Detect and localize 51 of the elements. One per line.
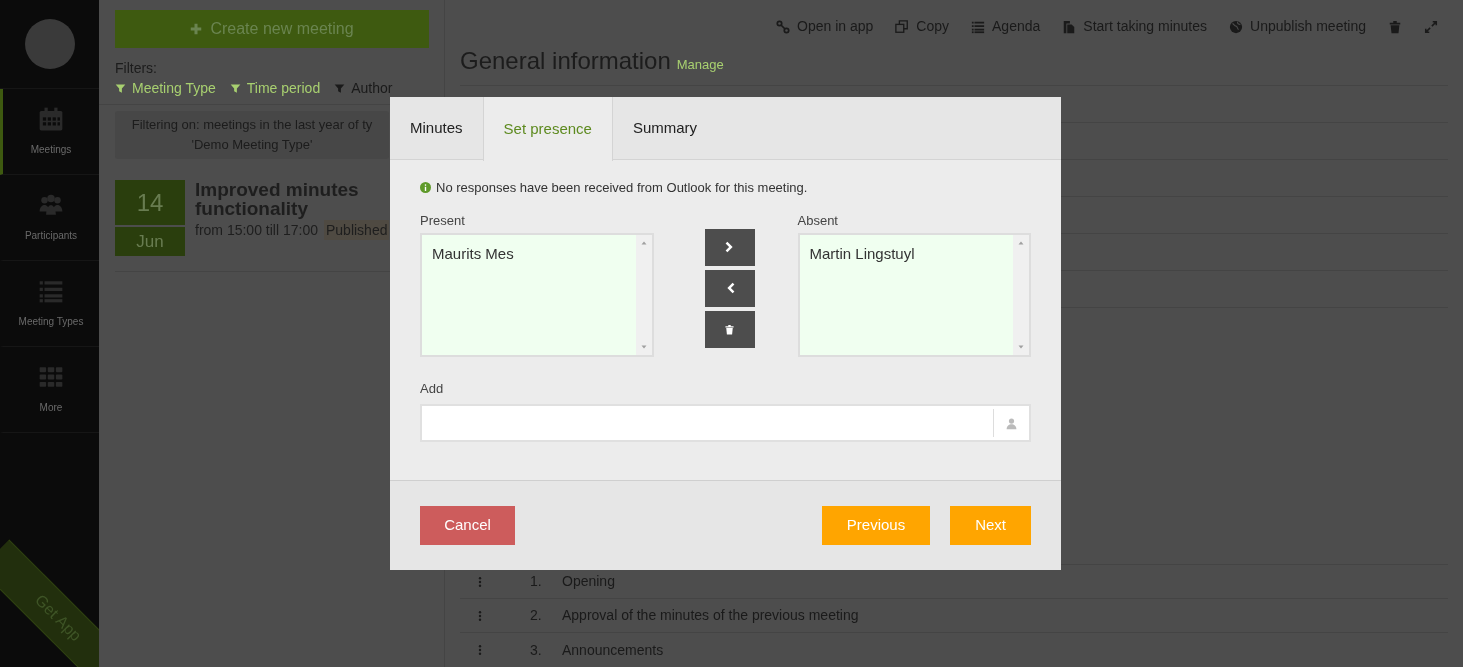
add-participant-field[interactable]: [420, 404, 1031, 442]
sidebar-item[interactable]: More: [0, 347, 99, 433]
add-label: Add: [420, 379, 445, 398]
date-month: Jun: [115, 227, 185, 256]
avatar-placeholder: [24, 19, 75, 69]
manage-link[interactable]: Manage: [676, 55, 724, 75]
move-left-button[interactable]: [704, 269, 755, 307]
expand-button[interactable]: [1424, 19, 1438, 34]
sidebar-item[interactable]: Meeting Types: [0, 261, 99, 347]
people-icon: [38, 192, 64, 218]
globe-icon: [1229, 19, 1244, 34]
scrollbar[interactable]: [1013, 234, 1029, 355]
list-label: Present: [420, 211, 466, 229]
move-right-button[interactable]: [704, 228, 755, 266]
filter-button[interactable]: Time period: [229, 78, 321, 98]
filter-icon: [229, 82, 241, 94]
notice-text: No responses have been received from Outlook for this meeting.: [436, 179, 808, 197]
filter-button[interactable]: Meeting Type: [115, 78, 216, 98]
create-meeting-button[interactable]: Create new meeting: [115, 10, 429, 48]
filter-icon: [115, 82, 126, 94]
trash-icon: [1388, 19, 1402, 34]
expand-icon: [1424, 19, 1438, 34]
info-icon: [420, 182, 431, 194]
attendee-name[interactable]: Martin Lingstuyl: [809, 242, 1013, 265]
dialog-button[interactable]: Previous: [821, 506, 931, 545]
person-icon: [1005, 416, 1018, 430]
document-icon: [1062, 19, 1077, 34]
date-day: 14: [115, 180, 185, 225]
list-icon: [38, 278, 64, 304]
trash-icon: [723, 322, 736, 336]
dialog-tab[interactable]: Set presence: [482, 97, 613, 161]
sidebar-item[interactable]: Meetings: [0, 89, 99, 175]
trash-button[interactable]: [1388, 19, 1402, 34]
dialog-tab[interactable]: Summary: [612, 97, 718, 160]
delete-button[interactable]: [704, 310, 755, 348]
list-icon: [971, 19, 985, 34]
attendee-list[interactable]: Martin Lingstuyl: [797, 232, 1031, 357]
dialog-tab[interactable]: Minutes: [390, 97, 483, 160]
attendee-name[interactable]: Maurits Mes: [432, 242, 636, 265]
attendee-list[interactable]: Maurits Mes: [420, 232, 654, 357]
dialog-button[interactable]: Cancel: [420, 506, 515, 545]
list-label: Absent: [797, 211, 839, 229]
filter-icon: [334, 82, 346, 94]
sidebar-item[interactable]: Participants: [0, 175, 99, 261]
calendar-icon: [38, 106, 64, 132]
grid-icon: [38, 364, 64, 390]
plus-icon: [190, 23, 203, 35]
dialog-button[interactable]: Next: [950, 506, 1031, 545]
copy-icon: [895, 19, 910, 34]
scrollbar[interactable]: [635, 234, 652, 355]
link-icon: [776, 19, 791, 34]
